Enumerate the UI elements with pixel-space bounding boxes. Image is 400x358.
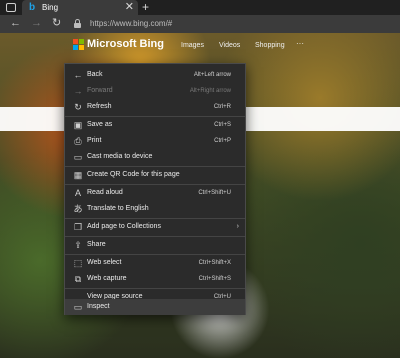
share-icon: ⇪	[74, 240, 82, 250]
menu-item-label: Create QR Code for this page	[87, 171, 180, 178]
nav-videos[interactable]: Videos	[219, 41, 240, 51]
tab-title: Bing	[42, 3, 59, 12]
menu-item-shortcut: Ctrl+Shift+X	[198, 260, 231, 266]
menu-item-translate[interactable]: あ Translate to English	[65, 201, 245, 217]
web-capture-icon: ⧉	[74, 274, 82, 284]
menu-item-label: Translate to English	[87, 205, 149, 212]
nav-shopping[interactable]: Shopping	[255, 41, 285, 51]
microsoft-logo-icon	[73, 39, 84, 50]
menu-item-cast[interactable]: ▭ Cast media to device	[65, 149, 245, 165]
menu-item-inspect[interactable]: ▭ Inspect	[65, 299, 245, 315]
menu-item-read-aloud[interactable]: A Read aloud Ctrl+Shift+U	[65, 185, 245, 201]
menu-item-label: Back	[87, 71, 103, 78]
menu-item-qr-code[interactable]: ▦ Create QR Code for this page	[65, 167, 245, 183]
web-select-icon: ⬚	[73, 258, 83, 268]
tab-actions-icon[interactable]	[6, 3, 16, 12]
new-tab-button[interactable]: +	[142, 0, 149, 14]
menu-item-shortcut: Ctrl+S	[214, 122, 231, 128]
cast-icon: ▭	[73, 152, 83, 162]
bing-logo-text[interactable]: Microsoft Bing	[87, 37, 164, 51]
menu-item-label: Add page to Collections	[87, 223, 161, 230]
menu-item-print[interactable]: ⎙ Print Ctrl+P	[65, 133, 245, 149]
menu-item-shortcut: Ctrl+Shift+S	[198, 276, 231, 282]
forward-arrow-icon: →	[73, 86, 83, 96]
menu-item-shortcut: Ctrl+Shift+U	[198, 190, 231, 196]
menu-item-shortcut: Alt+Right arrow	[189, 88, 231, 94]
print-icon: ⎙	[74, 136, 82, 146]
menu-item-collections[interactable]: ❐ Add page to Collections ›	[65, 219, 245, 235]
back-arrow-icon: ←	[73, 70, 83, 80]
page-header: Microsoft Bing Images Videos Shopping ··…	[0, 33, 400, 59]
bing-favicon-icon: b	[29, 2, 36, 13]
back-button[interactable]: ←	[10, 17, 21, 30]
menu-item-label: Refresh	[87, 103, 112, 110]
refresh-icon: ↻	[74, 102, 82, 112]
browser-toolbar: ← → ↻ https://www.bing.com/#	[0, 15, 400, 33]
refresh-button[interactable]: ↻	[52, 17, 61, 30]
address-bar[interactable]: https://www.bing.com/#	[74, 17, 394, 31]
menu-item-label: Share	[87, 241, 106, 248]
menu-item-refresh[interactable]: ↻ Refresh Ctrl+R	[65, 99, 245, 115]
menu-item-label: Web select	[87, 259, 122, 266]
menu-item-back[interactable]: ← Back Alt+Left arrow	[65, 67, 245, 83]
menu-item-shortcut: Ctrl+R	[213, 104, 231, 110]
menu-item-label: Web capture	[87, 275, 127, 282]
menu-item-label: Save as	[87, 121, 113, 128]
chevron-right-icon: ›	[236, 223, 239, 230]
menu-item-label: Forward	[87, 87, 113, 94]
menu-item-share[interactable]: ⇪ Share	[65, 237, 245, 253]
menu-item-shortcut: Ctrl+P	[214, 138, 231, 144]
save-icon: ▣	[73, 120, 83, 130]
qr-code-icon: ▦	[73, 170, 83, 180]
inspect-icon: ▭	[73, 302, 83, 312]
more-menu-icon[interactable]: ···	[296, 39, 304, 49]
context-menu: ← Back Alt+Left arrow → Forward Alt+Righ…	[64, 63, 246, 315]
tab-bing[interactable]: b Bing ✕	[22, 0, 138, 15]
menu-item-save-as[interactable]: ▣ Save as Ctrl+S	[65, 117, 245, 133]
close-tab-icon[interactable]: ✕	[125, 1, 134, 13]
translate-icon: あ	[73, 204, 83, 214]
menu-item-label: Inspect	[87, 303, 110, 310]
tab-strip: b Bing ✕ +	[0, 0, 400, 15]
menu-item-label: Print	[87, 137, 102, 144]
menu-item-label: Cast media to device	[87, 153, 153, 160]
menu-item-web-select[interactable]: ⬚ Web select Ctrl+Shift+X	[65, 255, 245, 271]
nav-images[interactable]: Images	[181, 41, 204, 51]
lock-icon	[74, 19, 81, 28]
menu-item-label: Read aloud	[87, 189, 123, 196]
menu-item-web-capture[interactable]: ⧉ Web capture Ctrl+Shift+S	[65, 271, 245, 287]
menu-item-forward[interactable]: → Forward Alt+Right arrow	[65, 83, 245, 99]
url-text: https://www.bing.com/#	[90, 19, 173, 28]
forward-button[interactable]: →	[31, 17, 42, 30]
menu-item-shortcut: Alt+Left arrow	[193, 72, 231, 78]
read-aloud-icon: A	[74, 188, 81, 198]
collections-icon: ❐	[73, 222, 83, 232]
